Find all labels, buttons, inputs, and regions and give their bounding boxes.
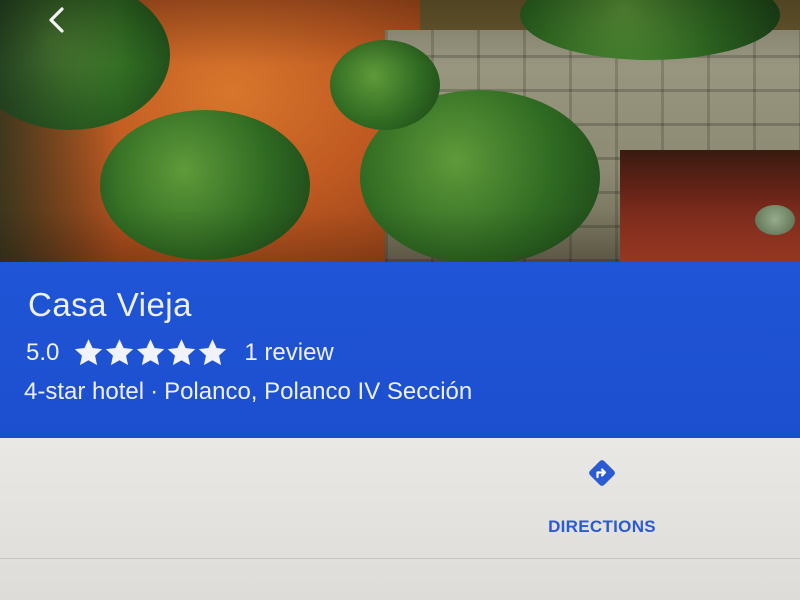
star-icon	[75, 339, 103, 366]
star-icon	[137, 339, 165, 366]
hero-photo[interactable]	[0, 0, 800, 262]
rating-row[interactable]: 5.0 1 review	[26, 338, 334, 368]
separator-dot: ·	[150, 378, 159, 405]
back-button[interactable]	[36, 0, 76, 40]
directions-label: DIRECTIONS	[548, 517, 656, 536]
place-title: Casa Vieja	[28, 286, 192, 323]
rating-value: 5.0	[26, 339, 60, 366]
action-bar: DIRECTIONS	[0, 438, 800, 600]
star-icon	[168, 339, 196, 366]
place-info-panel: Casa Vieja 5.0 1 review 4-star hotel · Pol…	[0, 262, 800, 438]
review-count-link[interactable]: 1 review	[244, 339, 333, 367]
place-location: Polanco, Polanco IV Sección	[164, 378, 473, 405]
star-icon	[106, 339, 134, 366]
star-icon	[199, 339, 227, 366]
photo-vignette	[0, 0, 800, 262]
directions-icon	[585, 456, 619, 495]
directions-button[interactable]: DIRECTIONS	[540, 452, 664, 552]
place-category: 4-star hotel	[24, 378, 145, 405]
chevron-left-icon	[45, 4, 67, 36]
divider	[0, 558, 800, 559]
place-details-screen: Casa Vieja 5.0 1 review 4-star hotel · Pol…	[0, 0, 800, 600]
star-rating	[73, 338, 228, 368]
place-subtitle: 4-star hotel · Polanco, Polanco IV Sección	[24, 378, 472, 406]
